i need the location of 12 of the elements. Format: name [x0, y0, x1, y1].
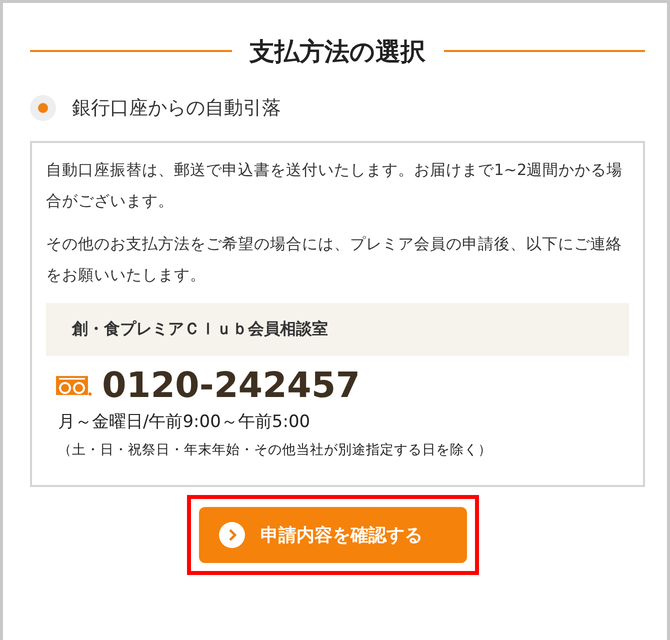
- radio-button[interactable]: [30, 95, 56, 121]
- notice-text: その他のお支払方法をご希望の場合には、プレミア会員の申請後、以下にご連絡をお願いいたします。: [46, 234, 623, 286]
- radio-label: 銀行口座からの自動引落: [72, 96, 281, 121]
- phone-number: 0120-242457: [102, 366, 360, 406]
- holiday-note: （土・日・祝祭日・年末年始・その他当社が別途指定する日を除く）: [58, 441, 493, 459]
- chevron-right-icon: [218, 522, 244, 548]
- contact-name: 創・食プレミアＣｌｕｂ会員相談室: [72, 319, 328, 338]
- confirm-button[interactable]: 申請内容を確認する: [198, 507, 466, 563]
- section-heading: 支払方法の選択: [250, 36, 426, 68]
- business-hours: 月～金曜日/午前9:00～午前5:00: [58, 411, 312, 433]
- free-dial-icon: [56, 375, 92, 397]
- notice-text: 自動口座振替は、郵送で申込書を送付いたします。お届けまで1~2週間かかる場合がございます。: [46, 160, 624, 212]
